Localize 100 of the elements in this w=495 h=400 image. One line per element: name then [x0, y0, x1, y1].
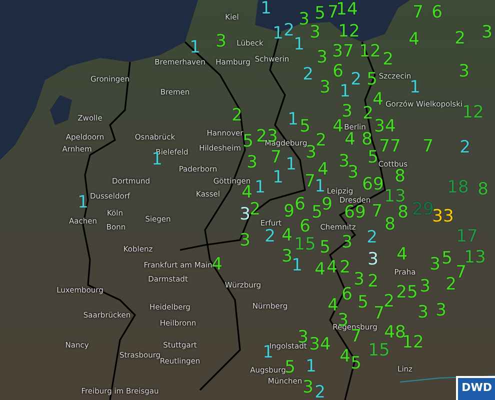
strike-count: 4	[242, 184, 252, 202]
strike-count: 2	[284, 22, 294, 40]
strike-count: 6	[332, 64, 344, 80]
strike-count: 3	[420, 278, 430, 296]
strike-count: 3	[282, 248, 292, 266]
strike-count: 3	[458, 64, 470, 80]
strike-count: 2	[460, 140, 470, 156]
strike-count: 2	[314, 384, 326, 400]
strike-count: 8	[394, 168, 406, 186]
strike-count: 7	[422, 138, 434, 156]
strike-count: 12	[359, 44, 381, 60]
strike-count: 3	[316, 50, 328, 66]
strike-count: 1	[314, 178, 326, 196]
strike-count: 9	[284, 204, 294, 220]
strike-count: 7	[412, 4, 424, 22]
strike-count: 7	[304, 174, 316, 190]
strike-count: 3	[482, 24, 492, 42]
strike-count: 1	[306, 358, 316, 376]
strike-count: 4	[326, 260, 338, 276]
strike-count: 1	[272, 170, 284, 186]
strike-count: 69	[344, 204, 366, 222]
strike-count: 1	[272, 26, 284, 42]
strike-count: 69	[362, 176, 384, 194]
strike-count: 4	[328, 298, 338, 314]
strike-count: 1	[190, 40, 200, 56]
strike-count: 18	[447, 180, 469, 196]
strike-count: 25	[396, 284, 418, 302]
strike-count: 7	[328, 4, 338, 22]
strike-count: 48	[384, 324, 406, 342]
strike-count: 1	[294, 36, 304, 54]
strike-count: 3	[368, 252, 378, 268]
strike-count: 1	[292, 258, 302, 274]
dwd-logo: DWD	[456, 376, 495, 400]
strike-count: 4	[332, 118, 344, 136]
strike-count: 33	[432, 208, 454, 226]
strike-count: 2	[366, 230, 378, 246]
strike-count: 4	[372, 92, 384, 108]
strike-count: 7	[270, 150, 282, 166]
strike-count: 4	[314, 262, 326, 278]
strike-count: 4	[344, 132, 356, 148]
strike-count: 4	[318, 162, 328, 178]
strike-count: 5	[242, 134, 254, 150]
strike-count: 3	[436, 302, 446, 320]
strike-count: 17	[456, 228, 478, 246]
strike-count: 34	[309, 336, 331, 354]
strike-count: 15	[294, 236, 316, 254]
strike-count: 5	[442, 250, 452, 268]
strike-count: 7	[374, 306, 384, 322]
strike-count: 2	[368, 274, 378, 290]
strike-count: 12	[462, 104, 484, 122]
strike-count: 8	[362, 132, 372, 148]
strike-count: 5	[320, 240, 330, 256]
strike-count: 3	[418, 304, 428, 322]
strike-count: 3	[246, 154, 258, 172]
strike-count: 2	[316, 132, 326, 150]
strike-count: 77	[379, 138, 401, 156]
strike-count: 2	[362, 106, 374, 122]
strike-count: 8	[398, 204, 408, 222]
strike-count: 2	[454, 30, 466, 48]
strike-count: 4	[396, 246, 408, 264]
strike-count: 7	[456, 264, 466, 282]
strike-count: 3	[240, 232, 250, 250]
strike-count: 3	[310, 24, 320, 42]
strike-count: 2	[232, 108, 242, 124]
strike-count: 1	[260, 0, 272, 18]
strike-count: 2	[446, 276, 456, 294]
strike-count: 6	[294, 196, 306, 214]
strike-count: 3	[338, 154, 350, 170]
strike-count: 2	[340, 260, 350, 276]
strike-count: 2	[382, 52, 394, 68]
strike-count: 14	[336, 2, 358, 18]
strike-count: 5	[312, 204, 322, 222]
strike-count: 5	[368, 150, 378, 166]
strike-count: 15	[368, 342, 390, 360]
strike-count: 6	[342, 286, 352, 304]
strike-count: 3	[354, 272, 364, 288]
strike-count: 7	[350, 328, 362, 346]
strike-count: 6	[300, 218, 310, 236]
strike-count: 34	[374, 118, 396, 136]
strike-count: 3	[430, 256, 440, 274]
strike-count: 5	[350, 356, 362, 372]
strike-count: 1	[78, 194, 88, 212]
strike-count: 2	[384, 294, 394, 310]
strike-count: 4	[340, 348, 350, 366]
strike-count: 1	[340, 84, 350, 100]
strike-count: 3	[348, 164, 358, 182]
strike-count: 4	[408, 32, 420, 48]
strike-count: 37	[332, 44, 354, 60]
strike-count: 2	[350, 72, 362, 88]
strike-count: 13	[464, 250, 486, 266]
strike-count: 5	[358, 294, 368, 312]
strike-count: 2	[302, 66, 314, 84]
strike-count: 2	[250, 202, 260, 218]
strike-count: 8	[384, 216, 396, 234]
strike-count: 7	[372, 204, 382, 220]
strike-count: 1	[288, 112, 298, 128]
strike-count: 5	[314, 6, 326, 22]
strike-count: 3	[342, 234, 352, 252]
strike-count: 5	[300, 118, 310, 136]
strike-count: 4	[212, 256, 222, 274]
